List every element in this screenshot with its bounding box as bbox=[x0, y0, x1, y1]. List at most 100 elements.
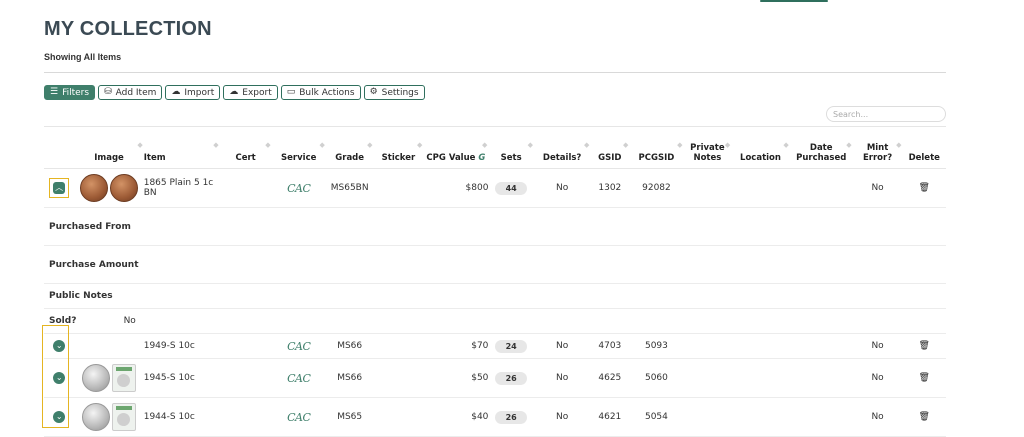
mint-error-cell: No bbox=[852, 397, 903, 437]
gsid-cell: 4703 bbox=[590, 333, 630, 359]
location-cell bbox=[731, 397, 790, 437]
col-sticker[interactable]: Sticker ◆ bbox=[373, 126, 424, 169]
filters-button[interactable]: ☰ Filters bbox=[44, 85, 96, 100]
cert-cell bbox=[219, 397, 272, 437]
settings-button[interactable]: ⚙ Settings bbox=[363, 85, 425, 100]
cert-cell bbox=[219, 358, 272, 398]
public-notes-label: Public Notes bbox=[44, 283, 946, 309]
item-cell[interactable]: 1865 Plain 5 1c BN bbox=[143, 168, 220, 208]
pcgsid-cell: 5093 bbox=[629, 333, 684, 359]
mint-error-cell: No bbox=[852, 358, 903, 398]
detail-row: Purchased From bbox=[44, 207, 946, 246]
private-notes-cell bbox=[683, 168, 732, 208]
collapse-icon[interactable]: ︿ bbox=[53, 182, 66, 194]
item-cell[interactable]: 1949-S 10c bbox=[143, 333, 220, 359]
col-cpg-value[interactable]: CPG Value G ◆ bbox=[423, 126, 489, 169]
date-purchased-cell bbox=[789, 168, 853, 208]
filter-icon: ☰ bbox=[50, 87, 59, 97]
grade-cell: MS66 bbox=[325, 358, 374, 398]
detail-row: Public Notes bbox=[44, 283, 946, 309]
table-row[interactable]: ︿ 1865 Plain 5 1c BN CAC MS65BN $800 44 … bbox=[44, 168, 946, 208]
coin-image[interactable] bbox=[82, 403, 137, 431]
search-input[interactable] bbox=[826, 106, 946, 122]
page-subtitle: Showing All Items bbox=[44, 52, 122, 62]
location-cell bbox=[731, 358, 790, 398]
details-cell: No bbox=[533, 358, 591, 398]
table-header: Image ◆ Item ◆ Cert ◆ Service ◆ Grade ◆ Stick… bbox=[44, 126, 946, 169]
detail-row: Sold? No bbox=[44, 308, 946, 334]
col-pcgsid[interactable]: PCGSID ◆ bbox=[629, 126, 684, 169]
date-purchased-cell bbox=[789, 333, 853, 359]
table-row[interactable]: ⌄ 1944-S 10c CAC MS65 $40 26 No 4621 505… bbox=[44, 397, 946, 437]
private-notes-cell bbox=[683, 397, 732, 437]
col-location[interactable]: Location ◆ bbox=[731, 126, 790, 169]
col-mint-error[interactable]: Mint Error? ◆ bbox=[852, 126, 903, 169]
cac-logo-icon: CAC bbox=[287, 410, 311, 424]
location-cell bbox=[731, 168, 790, 208]
col-image[interactable]: Image ◆ bbox=[74, 126, 144, 169]
bulk-actions-button[interactable]: ▭ Bulk Actions bbox=[280, 85, 361, 100]
cloud-download-icon: ☁ bbox=[229, 87, 239, 97]
date-purchased-cell bbox=[789, 358, 853, 398]
cpg-value-cell: $800 bbox=[423, 168, 489, 208]
sticker-cell bbox=[373, 358, 424, 398]
trash-icon[interactable]: 🗑 bbox=[919, 412, 930, 422]
cert-cell bbox=[219, 333, 272, 359]
col-item[interactable]: Item ◆ bbox=[143, 126, 220, 169]
col-delete: Delete bbox=[902, 126, 946, 169]
grade-cell: MS65 bbox=[325, 397, 374, 437]
details-cell: No bbox=[533, 397, 591, 437]
gsid-cell: 4621 bbox=[590, 397, 630, 437]
import-label: Import bbox=[184, 87, 215, 98]
add-item-button[interactable]: ⛁ Add Item bbox=[98, 85, 163, 100]
sets-badge[interactable]: 26 bbox=[495, 410, 528, 424]
col-date-purchased[interactable]: Date Purchased ◆ bbox=[789, 126, 853, 169]
sets-badge[interactable]: 44 bbox=[495, 181, 528, 195]
coin-image[interactable] bbox=[82, 364, 137, 392]
col-service[interactable]: Service ◆ bbox=[271, 126, 326, 169]
sold-detail: Sold? No bbox=[44, 308, 946, 334]
cac-logo-icon: CAC bbox=[287, 181, 311, 195]
sets-badge[interactable]: 24 bbox=[495, 339, 528, 353]
item-cell[interactable]: 1944-S 10c bbox=[143, 397, 220, 437]
sticker-cell bbox=[373, 397, 424, 437]
row-highlight-group bbox=[42, 325, 69, 428]
col-cert[interactable]: Cert ◆ bbox=[219, 126, 272, 169]
collection-page: MY COLLECTION Showing All Items ☰ Filter… bbox=[42, 0, 946, 437]
coins-icon: ⛁ bbox=[104, 87, 112, 97]
col-details[interactable]: Details? ◆ bbox=[533, 126, 591, 169]
coin-image[interactable] bbox=[80, 174, 139, 202]
date-purchased-cell bbox=[789, 397, 853, 437]
table-row[interactable]: ⌄ 1949-S 10c CAC MS66 $70 24 No 4703 509… bbox=[44, 333, 946, 359]
coin-image bbox=[74, 333, 144, 359]
trash-icon[interactable]: 🗑 bbox=[919, 183, 930, 193]
sets-badge[interactable]: 26 bbox=[495, 371, 528, 385]
table-row[interactable]: ⌄ 1945-S 10c CAC MS66 $50 26 No 4625 506… bbox=[44, 358, 946, 398]
row-highlight: ︿ bbox=[49, 178, 70, 198]
purchased-from-label: Purchased From bbox=[44, 207, 946, 246]
pcgsid-cell: 5054 bbox=[629, 397, 684, 437]
filters-label: Filters bbox=[62, 87, 90, 98]
grade-cell: MS66 bbox=[325, 333, 374, 359]
col-grade[interactable]: Grade ◆ bbox=[325, 126, 374, 169]
trash-icon[interactable]: 🗑 bbox=[919, 373, 930, 383]
mint-error-cell: No bbox=[852, 333, 903, 359]
col-sets[interactable]: Sets ◆ bbox=[488, 126, 534, 169]
trash-icon[interactable]: 🗑 bbox=[919, 341, 930, 351]
cac-logo-icon: CAC bbox=[287, 339, 311, 353]
col-private-notes[interactable]: Private Notes ◆ bbox=[683, 126, 732, 169]
obverse-image bbox=[80, 174, 109, 202]
col-gsid[interactable]: GSID ◆ bbox=[590, 126, 630, 169]
import-button[interactable]: ☁ Import bbox=[165, 85, 221, 100]
export-button[interactable]: ☁ Export bbox=[223, 85, 278, 100]
grade-cell: MS65BN bbox=[325, 168, 374, 208]
gear-icon: ⚙ bbox=[369, 87, 378, 97]
slab-image bbox=[112, 403, 137, 431]
page-title: MY COLLECTION bbox=[44, 18, 212, 40]
divider bbox=[44, 72, 946, 73]
obverse-image bbox=[82, 364, 111, 392]
item-cell[interactable]: 1945-S 10c bbox=[143, 358, 220, 398]
detail-row: Purchase Amount bbox=[44, 245, 946, 284]
col-toggle bbox=[44, 126, 75, 169]
details-cell: No bbox=[533, 333, 591, 359]
